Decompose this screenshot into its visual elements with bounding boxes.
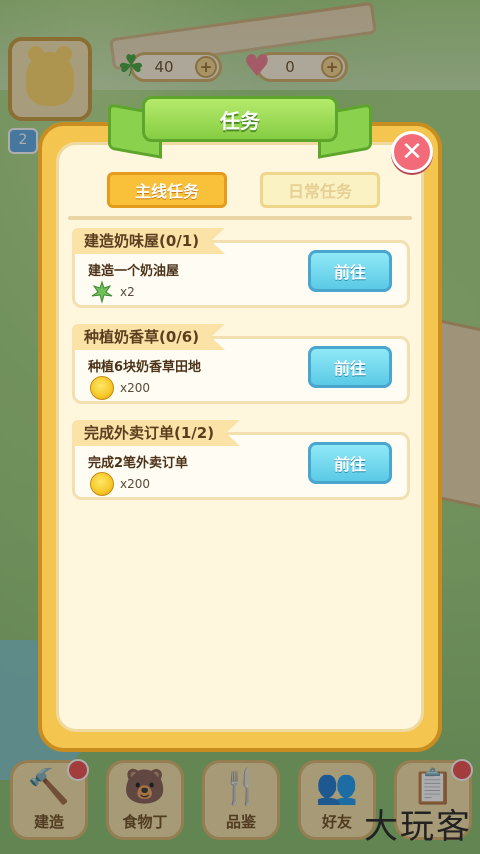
tab-main-quests[interactable]: 主线任务 <box>107 172 227 208</box>
task-description: 完成2笔外卖订单 <box>88 456 189 471</box>
coin-icon <box>90 472 114 496</box>
task-description: 种植6块奶香草田地 <box>88 360 202 375</box>
watermark-text: 大玩客 <box>364 807 472 847</box>
task-description: 建造一个奶油屋 <box>88 264 180 279</box>
close-icon: ✕ <box>401 137 423 167</box>
close-button[interactable]: ✕ <box>391 131 433 173</box>
reward-count: x200 <box>120 477 151 491</box>
task-card: 完成外卖订单(1/2) 完成2笔外卖订单 x200 前往 <box>72 420 410 500</box>
go-button[interactable]: 前往 <box>308 442 392 484</box>
dialog-title: 任务 <box>142 96 338 142</box>
coin-icon <box>90 376 114 400</box>
tab-divider <box>68 216 412 220</box>
tab-daily-quests[interactable]: 日常任务 <box>260 172 380 208</box>
herb-icon <box>91 280 113 304</box>
go-button[interactable]: 前往 <box>308 346 392 388</box>
task-title: 建造奶味屋(0/1) <box>72 228 226 254</box>
task-title: 完成外卖订单(1/2) <box>72 420 241 446</box>
task-card: 种植奶香草(0/6) 种植6块奶香草田地 x200 前往 <box>72 324 410 404</box>
reward-count: x200 <box>120 381 151 395</box>
reward-count: x2 <box>120 285 135 299</box>
task-card: 建造奶味屋(0/1) 建造一个奶油屋 x2 前往 <box>72 228 410 308</box>
title-ribbon: 任务 <box>108 96 372 159</box>
go-button[interactable]: 前往 <box>308 250 392 292</box>
task-title: 种植奶香草(0/6) <box>72 324 226 350</box>
